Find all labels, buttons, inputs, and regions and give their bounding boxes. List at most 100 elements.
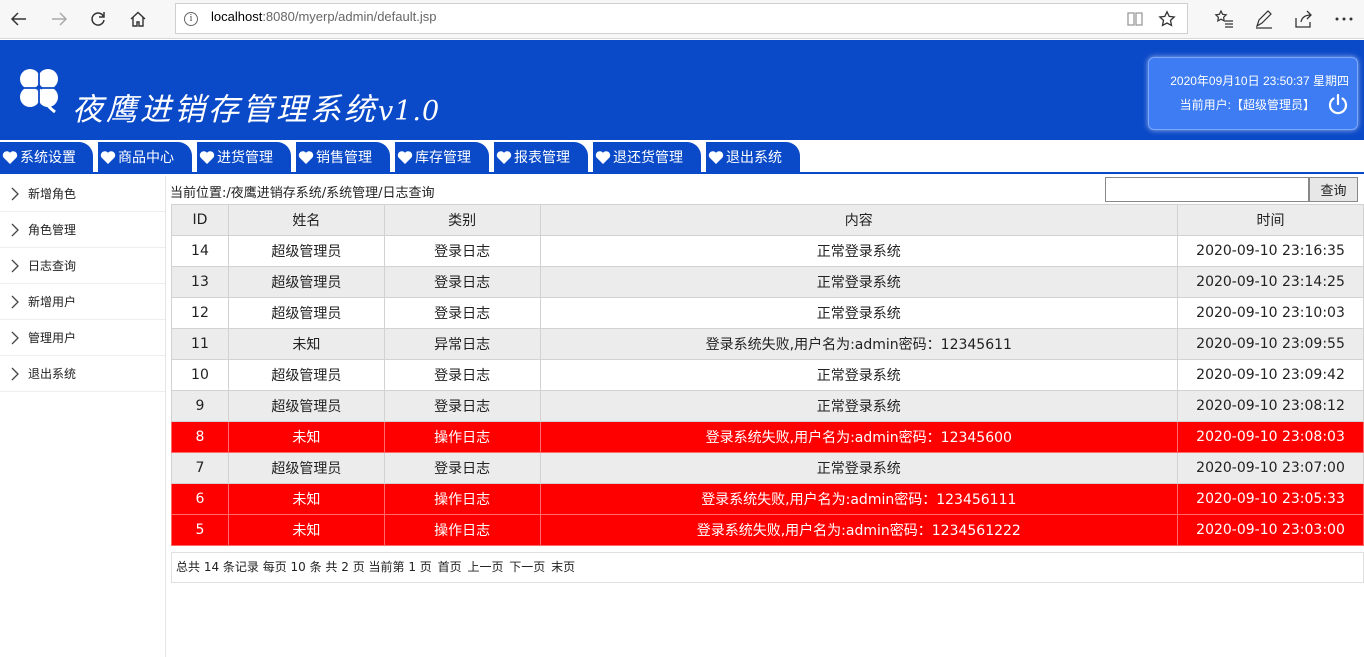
current-user: 当前用户:【超级管理员】: [1179, 98, 1315, 112]
log-table: ID 姓名 类别 内容 时间 14 超级管理员 登录日志 正常登录系统 2020…: [171, 204, 1364, 546]
chevron-right-icon: [11, 331, 19, 344]
browser-toolbar: i localhost:8080/myerp/admin/default.jsp: [0, 0, 1364, 39]
last-page-link[interactable]: 末页: [551, 560, 575, 574]
cell-id: 13: [171, 266, 229, 298]
sidebar-item-manage-users[interactable]: 管理用户: [0, 320, 165, 356]
cell-name: 超级管理员: [227, 390, 385, 422]
favorite-star-icon[interactable]: [1158, 10, 1176, 28]
cell-id: 8: [171, 421, 229, 453]
cell-time: 2020-09-10 23:07:00: [1177, 452, 1364, 484]
tab-label: 进货管理: [217, 150, 273, 166]
sidebar-item-label: 日志查询: [28, 259, 77, 273]
heart-icon: [397, 150, 413, 164]
cell-id: 5: [171, 514, 229, 546]
url-text: localhost:8080/myerp/admin/default.jsp: [211, 9, 437, 24]
table-row: 14 超级管理员 登录日志 正常登录系统 2020-09-10 23:16:35: [171, 235, 1364, 267]
refresh-icon[interactable]: [84, 6, 112, 32]
tab-label: 库存管理: [415, 150, 471, 166]
heart-icon: [100, 150, 116, 164]
sidebar-item-label: 退出系统: [28, 367, 77, 381]
tab-purchase[interactable]: 进货管理: [197, 142, 291, 172]
cell-type: 操作日志: [383, 514, 541, 546]
home-icon[interactable]: [124, 6, 152, 32]
heart-icon: [199, 150, 215, 164]
next-page-link[interactable]: 下一页: [509, 560, 545, 574]
cell-id: 6: [171, 483, 229, 515]
cell-id: 7: [171, 452, 229, 484]
tab-label: 商品中心: [118, 150, 174, 166]
cell-content: 正常登录系统: [539, 235, 1179, 267]
cell-time: 2020-09-10 23:14:25: [1177, 266, 1364, 298]
app-title: 夜鹰进销存管理系统v1.0: [72, 92, 441, 128]
sidebar-item-add-role[interactable]: 新增角色: [0, 176, 165, 212]
app-header: 夜鹰进销存管理系统v1.0 2020年09月10日 23:50:37 星期四 当…: [0, 40, 1364, 140]
table-header-row: ID 姓名 类别 内容 时间: [171, 204, 1364, 236]
pen-notes-icon[interactable]: [1253, 8, 1275, 30]
back-icon[interactable]: [5, 6, 33, 32]
tab-label: 退出系统: [726, 150, 782, 166]
cell-type: 登录日志: [383, 359, 541, 391]
search-input[interactable]: [1105, 177, 1309, 202]
cell-name: 未知: [227, 328, 385, 360]
cell-id: 11: [171, 328, 229, 360]
tab-sales[interactable]: 销售管理: [296, 142, 390, 172]
cell-content: 正常登录系统: [539, 266, 1179, 298]
table-row-error: 6 未知 操作日志 登录系统失败,用户名为:admin密码：123456111 …: [171, 483, 1364, 515]
sidebar-item-add-user[interactable]: 新增用户: [0, 284, 165, 320]
heart-icon: [298, 150, 314, 164]
tab-reports[interactable]: 报表管理: [494, 142, 588, 172]
cell-type: 异常日志: [383, 328, 541, 360]
site-info-icon[interactable]: i: [184, 12, 198, 26]
cell-time: 2020-09-10 23:03:00: [1177, 514, 1364, 546]
app-version: v1.0: [378, 96, 441, 127]
pagination-summary: 总共 14 条记录 每页 10 条 共 2 页 当前第 1 页: [176, 560, 432, 574]
cell-id: 12: [171, 297, 229, 329]
forward-icon[interactable]: [45, 6, 73, 32]
sidebar-item-label: 角色管理: [28, 223, 77, 237]
sidebar-item-role-management[interactable]: 角色管理: [0, 212, 165, 248]
table-row-error: 5 未知 操作日志 登录系统失败,用户名为:admin密码：1234561222…: [171, 514, 1364, 546]
cell-name: 未知: [227, 483, 385, 515]
chevron-right-icon: [11, 367, 19, 380]
clover-logo-icon: [20, 69, 58, 114]
table-row: 13 超级管理员 登录日志 正常登录系统 2020-09-10 23:14:25: [171, 266, 1364, 298]
chevron-right-icon: [11, 259, 19, 272]
cell-type: 登录日志: [383, 235, 541, 267]
reading-view-icon[interactable]: [1126, 10, 1144, 28]
tab-inventory[interactable]: 库存管理: [395, 142, 489, 172]
cell-content: 登录系统失败,用户名为:admin密码：12345600: [539, 421, 1179, 453]
cell-content: 登录系统失败,用户名为:admin密码：1234561222: [539, 514, 1179, 546]
favorites-list-icon[interactable]: [1213, 8, 1235, 30]
cell-content: 正常登录系统: [539, 452, 1179, 484]
chevron-right-icon: [11, 295, 19, 308]
chevron-right-icon: [11, 187, 19, 200]
tab-system-settings[interactable]: 系统设置: [0, 142, 93, 172]
column-header-id: ID: [171, 204, 229, 236]
table-row: 10 超级管理员 登录日志 正常登录系统 2020-09-10 23:09:42: [171, 359, 1364, 391]
cell-id: 14: [171, 235, 229, 267]
sidebar-item-exit-system[interactable]: 退出系统: [0, 356, 165, 392]
first-page-link[interactable]: 首页: [438, 560, 462, 574]
share-icon[interactable]: [1292, 8, 1314, 30]
cell-name: 超级管理员: [227, 266, 385, 298]
prev-page-link[interactable]: 上一页: [467, 560, 503, 574]
cell-time: 2020-09-10 23:09:42: [1177, 359, 1364, 391]
cell-content: 登录系统失败,用户名为:admin密码：123456111: [539, 483, 1179, 515]
heart-icon: [2, 150, 18, 164]
table-row: 11 未知 异常日志 登录系统失败,用户名为:admin密码：12345611 …: [171, 328, 1364, 360]
address-bar[interactable]: i localhost:8080/myerp/admin/default.jsp: [175, 3, 1188, 34]
search-button[interactable]: 查询: [1309, 177, 1358, 202]
more-menu-icon[interactable]: [1333, 8, 1355, 30]
tab-returns[interactable]: 退还货管理: [593, 142, 701, 172]
main-menu: 系统设置 商品中心 进货管理 销售管理 库存管理 报表管理 退还货管理 退出系统: [0, 140, 1364, 174]
tab-label: 退还货管理: [613, 150, 683, 166]
tab-product-center[interactable]: 商品中心: [98, 142, 192, 172]
user-info-box: 2020年09月10日 23:50:37 星期四 当前用户:【超级管理员】: [1148, 57, 1358, 130]
power-icon[interactable]: [1326, 92, 1350, 116]
tab-exit-system[interactable]: 退出系统: [706, 142, 800, 172]
current-datetime: 2020年09月10日 23:50:37 星期四: [1170, 74, 1349, 88]
cell-type: 操作日志: [383, 421, 541, 453]
cell-time: 2020-09-10 23:05:33: [1177, 483, 1364, 515]
cell-type: 登录日志: [383, 390, 541, 422]
sidebar-item-log-query[interactable]: 日志查询: [0, 248, 165, 284]
